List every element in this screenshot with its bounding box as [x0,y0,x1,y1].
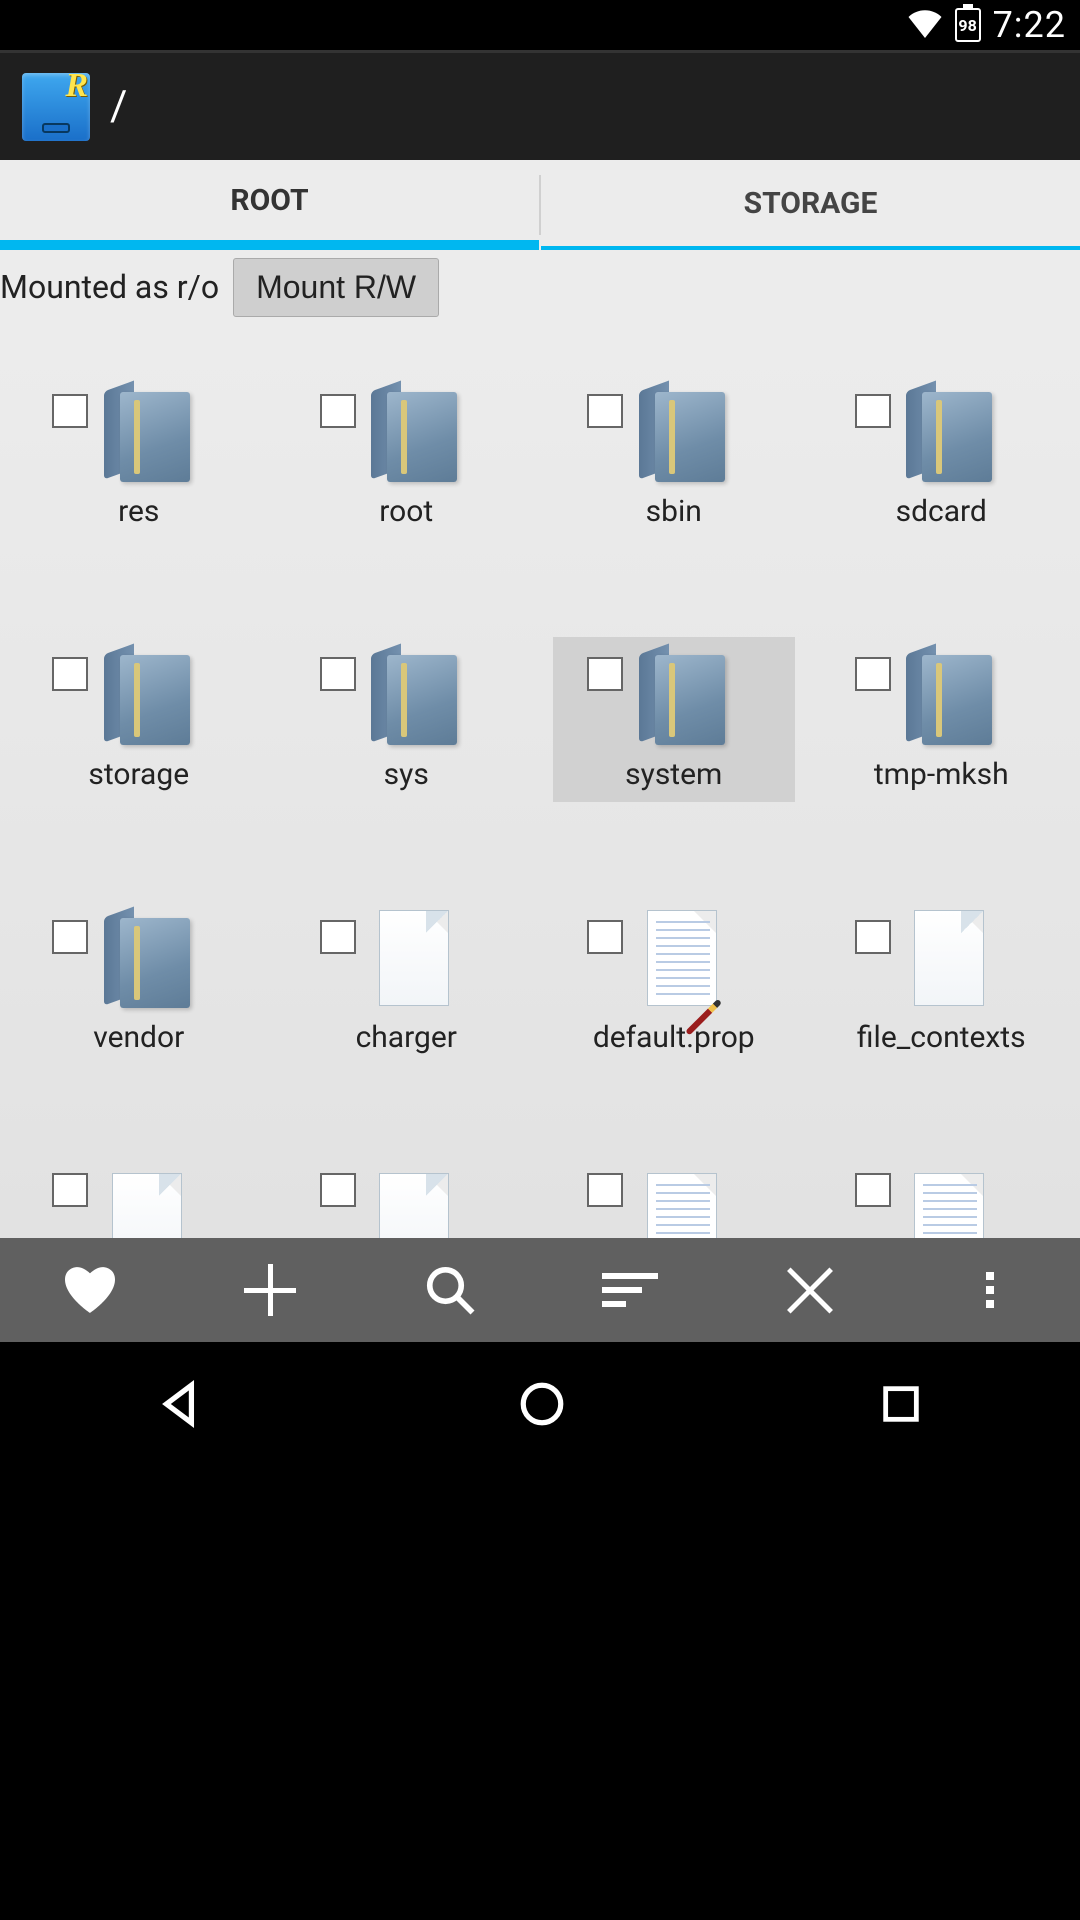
folder-icon [886,382,996,484]
app-bar: / [0,50,1080,160]
file-icon [84,1171,194,1238]
file-icon [886,1171,996,1238]
tab-row: ROOT STORAGE [0,160,1080,250]
item-label: tmp-mksh [874,757,1009,792]
item-checkbox[interactable] [587,394,623,428]
folder-item[interactable]: res [18,374,260,539]
item-label: root [379,494,433,529]
item-checkbox[interactable] [320,657,356,691]
bottom-toolbar [0,1238,1080,1342]
item-label: vendor [93,1020,184,1055]
search-button[interactable] [415,1255,485,1325]
path-text[interactable]: / [110,82,127,131]
folder-icon [886,645,996,747]
item-checkbox[interactable] [587,1173,623,1207]
folder-item[interactable]: sdcard [821,374,1063,539]
file-item[interactable]: charger [286,900,528,1065]
item-label: system [625,757,722,792]
nav-back-button[interactable] [156,1379,206,1433]
file-icon [351,908,461,1010]
tab-storage[interactable]: STORAGE [541,160,1080,250]
file-icon [886,908,996,1010]
status-clock: 7:22 [993,4,1066,46]
item-label: file_contexts [857,1020,1026,1055]
item-checkbox[interactable] [320,920,356,954]
nav-recent-button[interactable] [878,1381,924,1431]
folder-icon [619,382,729,484]
close-button[interactable] [775,1255,845,1325]
item-label: sys [384,757,429,792]
file-item[interactable] [18,1163,260,1238]
item-checkbox[interactable] [855,1173,891,1207]
mount-rw-button[interactable]: Mount R/W [233,258,439,317]
folder-item[interactable]: sys [286,637,528,802]
item-label: sdcard [896,494,987,529]
item-checkbox[interactable] [320,1173,356,1207]
folder-icon [351,645,461,747]
folder-icon [84,908,194,1010]
folder-item[interactable]: root [286,374,528,539]
folder-icon [84,382,194,484]
item-checkbox[interactable] [855,394,891,428]
folder-icon [351,382,461,484]
battery-icon: 98 [955,8,981,42]
mount-bar: Mounted as r/o Mount R/W [0,250,1080,324]
item-checkbox[interactable] [587,920,623,954]
file-icon [619,1171,729,1238]
sort-button[interactable] [595,1255,665,1325]
item-checkbox[interactable] [52,920,88,954]
item-checkbox[interactable] [587,657,623,691]
app-icon[interactable] [22,73,90,141]
battery-level: 98 [958,16,976,35]
folder-icon [84,645,194,747]
item-checkbox[interactable] [855,657,891,691]
status-bar: 98 7:22 [0,0,1080,50]
item-checkbox[interactable] [320,394,356,428]
file-item[interactable]: file_contexts [821,900,1063,1065]
item-checkbox[interactable] [52,394,88,428]
file-item[interactable]: default.prop [553,900,795,1065]
item-checkbox[interactable] [52,657,88,691]
item-label: storage [88,757,189,792]
item-label: sbin [646,494,702,529]
folder-item[interactable]: storage [18,637,260,802]
mount-status: Mounted as r/o [0,268,219,306]
favorite-button[interactable] [55,1255,125,1325]
file-icon [351,1171,461,1238]
wifi-icon [907,8,943,42]
item-label: default.prop [593,1020,755,1055]
tab-root[interactable]: ROOT [0,160,539,250]
folder-item[interactable]: vendor [18,900,260,1065]
file-grid-area: res root sbin sdcard storage sys system tmp-mks… [0,324,1080,1238]
folder-item[interactable]: sbin [553,374,795,539]
folder-icon [619,645,729,747]
nav-home-button[interactable] [517,1379,567,1433]
file-item[interactable] [286,1163,528,1238]
item-checkbox[interactable] [855,920,891,954]
folder-item[interactable]: system [553,637,795,802]
file-item[interactable] [821,1163,1063,1238]
add-button[interactable] [235,1255,305,1325]
item-checkbox[interactable] [52,1173,88,1207]
folder-item[interactable]: tmp-mksh [821,637,1063,802]
more-button[interactable] [955,1255,1025,1325]
android-nav-bar [0,1342,1080,1470]
item-label: res [118,494,159,529]
file-item[interactable] [553,1163,795,1238]
file-icon [619,908,729,1010]
item-label: charger [356,1020,457,1055]
